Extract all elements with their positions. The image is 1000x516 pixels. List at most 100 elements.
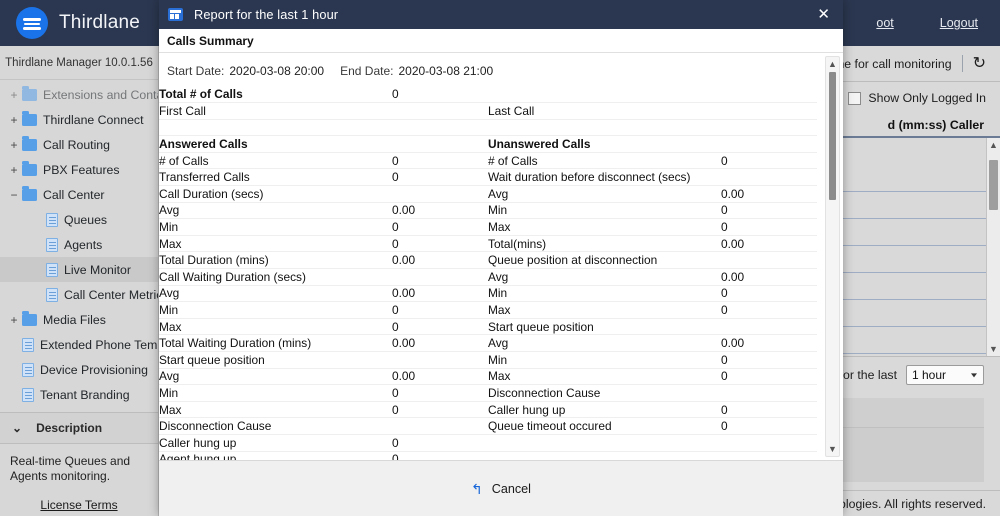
sidebar-item-media-files[interactable]: + Media Files — [0, 307, 158, 332]
report-period-select[interactable]: 1 hour — [906, 364, 984, 385]
end-date-value: 2020-03-08 21:00 — [398, 64, 494, 78]
row-label-right: Total(mins) — [488, 235, 721, 253]
folder-icon — [22, 160, 37, 176]
show-only-logged-in-checkbox[interactable] — [848, 91, 862, 105]
modal-vertical-scrollbar[interactable]: ▲ ▼ — [825, 56, 840, 457]
sidebar-item-call-center[interactable]: − Call Center — [0, 182, 158, 207]
report-period-value: 1 hour — [912, 367, 947, 382]
row-label-left: Transferred Calls — [159, 168, 392, 187]
scroll-down-arrow-icon[interactable]: ▼ — [987, 342, 1000, 356]
sidebar-item-extended-phone-temp[interactable]: Extended Phone Temp — [0, 332, 158, 357]
row-label-left: Agent hung up — [159, 451, 392, 460]
row-label-right: Max — [488, 368, 721, 386]
refresh-icon[interactable]: ↻ — [973, 55, 986, 72]
toolbar-divider — [961, 55, 963, 72]
table-row: Min 0 Max 0 — [159, 218, 817, 236]
grid-vertical-scrollbar[interactable]: ▲ ▼ — [986, 138, 1000, 356]
row-label-left: Caller hung up — [159, 434, 392, 452]
row-label-left: Avg — [159, 285, 392, 303]
sidebar-item-call-routing[interactable]: + Call Routing — [0, 132, 158, 157]
row-label-left: First Call — [159, 102, 392, 120]
row-value-left: 0 — [392, 301, 488, 319]
table-row: Total # of Calls 0 — [159, 86, 817, 104]
expand-icon[interactable]: + — [6, 138, 22, 152]
scroll-down-arrow-icon[interactable]: ▼ — [826, 442, 839, 456]
scrollbar-thumb[interactable] — [989, 160, 998, 210]
sidebar-item-live-monitor[interactable]: Live Monitor — [0, 257, 158, 282]
row-value-right: 0.00 — [721, 235, 817, 253]
expand-icon[interactable]: + — [6, 113, 22, 127]
row-value-left: 0 — [392, 218, 488, 236]
table-row: Min 0 Max 0 — [159, 301, 817, 319]
sidebar-item-thirdlane-connect[interactable]: + Thirdlane Connect — [0, 107, 158, 132]
sidebar-item-call-center-metrics[interactable]: Call Center Metrics — [0, 282, 158, 307]
scrollbar-thumb[interactable] — [829, 72, 836, 200]
row-value-left: 0 — [392, 434, 488, 452]
row-label-right: Disconnection Cause — [488, 384, 721, 402]
sidebar-item-label: Tenant Branding — [40, 387, 130, 402]
sidebar-item-device-provisioning[interactable]: Device Provisioning — [0, 357, 158, 382]
row-label-left: Call Duration (secs) — [159, 185, 392, 203]
row-value-left: 0 — [392, 152, 488, 170]
license-terms[interactable]: License Terms — [0, 492, 158, 512]
row-label-left: # of Calls — [159, 152, 392, 170]
sidebar-item-tenant-branding[interactable]: Tenant Branding — [0, 382, 158, 407]
row-value-right — [721, 318, 817, 336]
expand-icon[interactable]: + — [6, 313, 22, 327]
scroll-up-arrow-icon[interactable]: ▲ — [826, 57, 839, 71]
start-date: Start Date: 2020-03-08 20:00 — [167, 64, 324, 78]
row-label-left: Total # of Calls — [159, 86, 392, 104]
logout-link[interactable]: Logout — [940, 16, 978, 30]
top-header-links: oot Logout — [876, 0, 1000, 46]
expand-icon[interactable]: + — [6, 88, 22, 102]
row-label-right: Max — [488, 218, 721, 236]
row-value-left: 0.00 — [392, 251, 488, 270]
table-row: Avg 0.00 Min 0 — [159, 202, 817, 220]
sidebar-item-extensions-and-conta[interactable]: + Extensions and Conta — [0, 82, 158, 107]
row-value-right: 0 — [721, 401, 817, 419]
row-label-right — [488, 451, 721, 460]
row-label-left: Answered Calls — [159, 135, 392, 153]
description-panel-header[interactable]: ⌄ Description — [0, 412, 158, 444]
collapse-icon[interactable]: − — [6, 188, 22, 202]
table-row: Total Waiting Duration (mins) 0.00 Avg 0.00 — [159, 334, 817, 352]
row-value-left: 0.00 — [392, 285, 488, 303]
description-text: Real-time Queues and Agents monitoring. — [0, 444, 158, 492]
row-value-right — [721, 451, 817, 460]
scroll-up-arrow-icon[interactable]: ▲ — [987, 138, 1000, 152]
row-value-left: 0.00 — [392, 368, 488, 386]
sidebar-item-agents[interactable]: Agents — [0, 232, 158, 257]
sidebar-item-label: Extensions and Conta — [43, 87, 158, 102]
sidebar-item-welcome-emails[interactable]: Welcome Emails — [0, 407, 158, 412]
row-value-left: 0 — [392, 86, 488, 104]
row-value-left: 0 — [392, 168, 488, 187]
close-icon[interactable]: ✕ — [812, 7, 835, 22]
table-row: Avg 0.00 Max 0 — [159, 368, 817, 386]
row-label-left: Min — [159, 301, 392, 319]
row-value-left: 0 — [392, 318, 488, 336]
row-label-left: Disconnection Cause — [159, 417, 392, 435]
folder-icon — [22, 135, 37, 151]
row-value-right — [721, 119, 817, 137]
row-value-right — [721, 434, 817, 452]
folder-icon — [22, 310, 37, 326]
table-row: Avg 0.00 Min 0 — [159, 285, 817, 303]
license-terms-link[interactable]: License Terms — [40, 498, 117, 512]
expand-icon[interactable]: + — [6, 163, 22, 177]
sidebar-item-pbx-features[interactable]: + PBX Features — [0, 157, 158, 182]
sidebar-item-label: Agents — [64, 237, 103, 252]
navigation-tree[interactable]: + Extensions and Conta + Thirdlane Connect +… — [0, 80, 158, 412]
description-header-label: Description — [36, 421, 103, 435]
row-label-right: Queue timeout occured — [488, 417, 721, 435]
row-value-right — [721, 384, 817, 402]
report-modal-dialog: Report for the last 1 hour ✕ Calls Summa… — [159, 0, 843, 516]
page-icon — [22, 362, 34, 377]
page-icon — [46, 262, 58, 277]
row-label-right — [488, 119, 721, 137]
cancel-button-label: Cancel — [491, 481, 531, 496]
row-label-right: Caller hung up — [488, 401, 721, 419]
thirdlane-logo-icon — [16, 7, 48, 39]
cancel-button[interactable]: ↰ Cancel — [471, 482, 531, 496]
sidebar-item-queues[interactable]: Queues — [0, 207, 158, 232]
reboot-link[interactable]: oot — [876, 16, 893, 30]
